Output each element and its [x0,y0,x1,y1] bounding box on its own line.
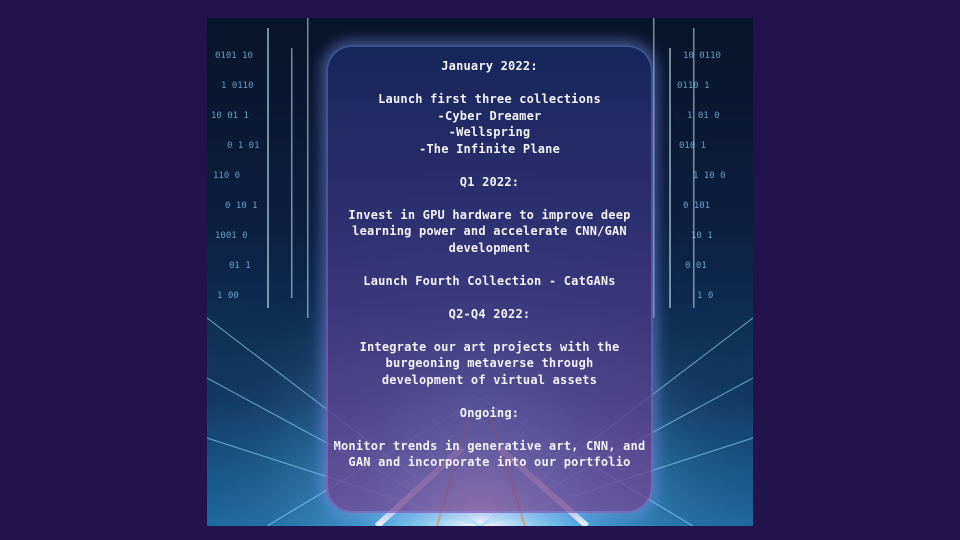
svg-text:1 01 0: 1 01 0 [687,111,720,121]
q1-line: learning power and accelerate CNN/GAN [352,224,627,238]
q1-heading: Q1 2022: [459,174,520,189]
slide: 0101 10 1 0110 10 01 1 0 1 01 110 0 0 10… [0,0,960,540]
q2-q4-line: Integrate our art projects with the [359,339,620,354]
svg-text:0 01: 0 01 [685,261,707,271]
q1-line: Launch Fourth Collection - CatGANs [363,273,616,288]
january-line: -The Infinite Plane [418,141,561,156]
q2-q4-line: burgeoning metaverse through [385,356,594,370]
q1-line: Invest in GPU hardware to improve deep [348,207,631,222]
january-heading: January 2022: [441,59,538,73]
svg-text:1 0: 1 0 [697,291,713,301]
q2-q4-heading: Q2-Q4 2022: [448,306,531,321]
roadmap-image: 0101 10 1 0110 10 01 1 0 1 01 110 0 0 10… [207,18,753,526]
svg-text:0 1 01: 0 1 01 [227,141,260,151]
q1-line: development [448,240,531,255]
ongoing-heading: Ongoing: [459,405,520,420]
svg-text:01 1: 01 1 [229,261,251,271]
january-line: -Wellspring [448,125,531,139]
svg-text:0 101: 0 101 [683,201,710,211]
ongoing-line: Monitor trends in generative art, CNN, a… [333,438,646,453]
ongoing-line: GAN and incorporate into our portfolio [348,455,631,469]
svg-text:010 1: 010 1 [679,141,706,151]
q2-q4-line: development of virtual assets [381,372,598,387]
svg-text:1 0110: 1 0110 [221,81,254,91]
svg-text:10 01 1: 10 01 1 [211,111,249,121]
svg-text:1 00: 1 00 [217,291,239,301]
svg-text:110 0: 110 0 [213,171,240,181]
january-line: -Cyber Dreamer [437,108,542,123]
january-line: Launch first three collections [378,92,601,106]
svg-text:0 10 1: 0 10 1 [225,201,258,211]
svg-text:10 0110: 10 0110 [683,51,721,61]
svg-text:1 10 0: 1 10 0 [693,171,726,181]
roadmap-text: January 2022: Launch first three collect… [326,58,653,471]
svg-text:1001 0: 1001 0 [215,231,248,241]
svg-text:0101 10: 0101 10 [215,51,253,61]
